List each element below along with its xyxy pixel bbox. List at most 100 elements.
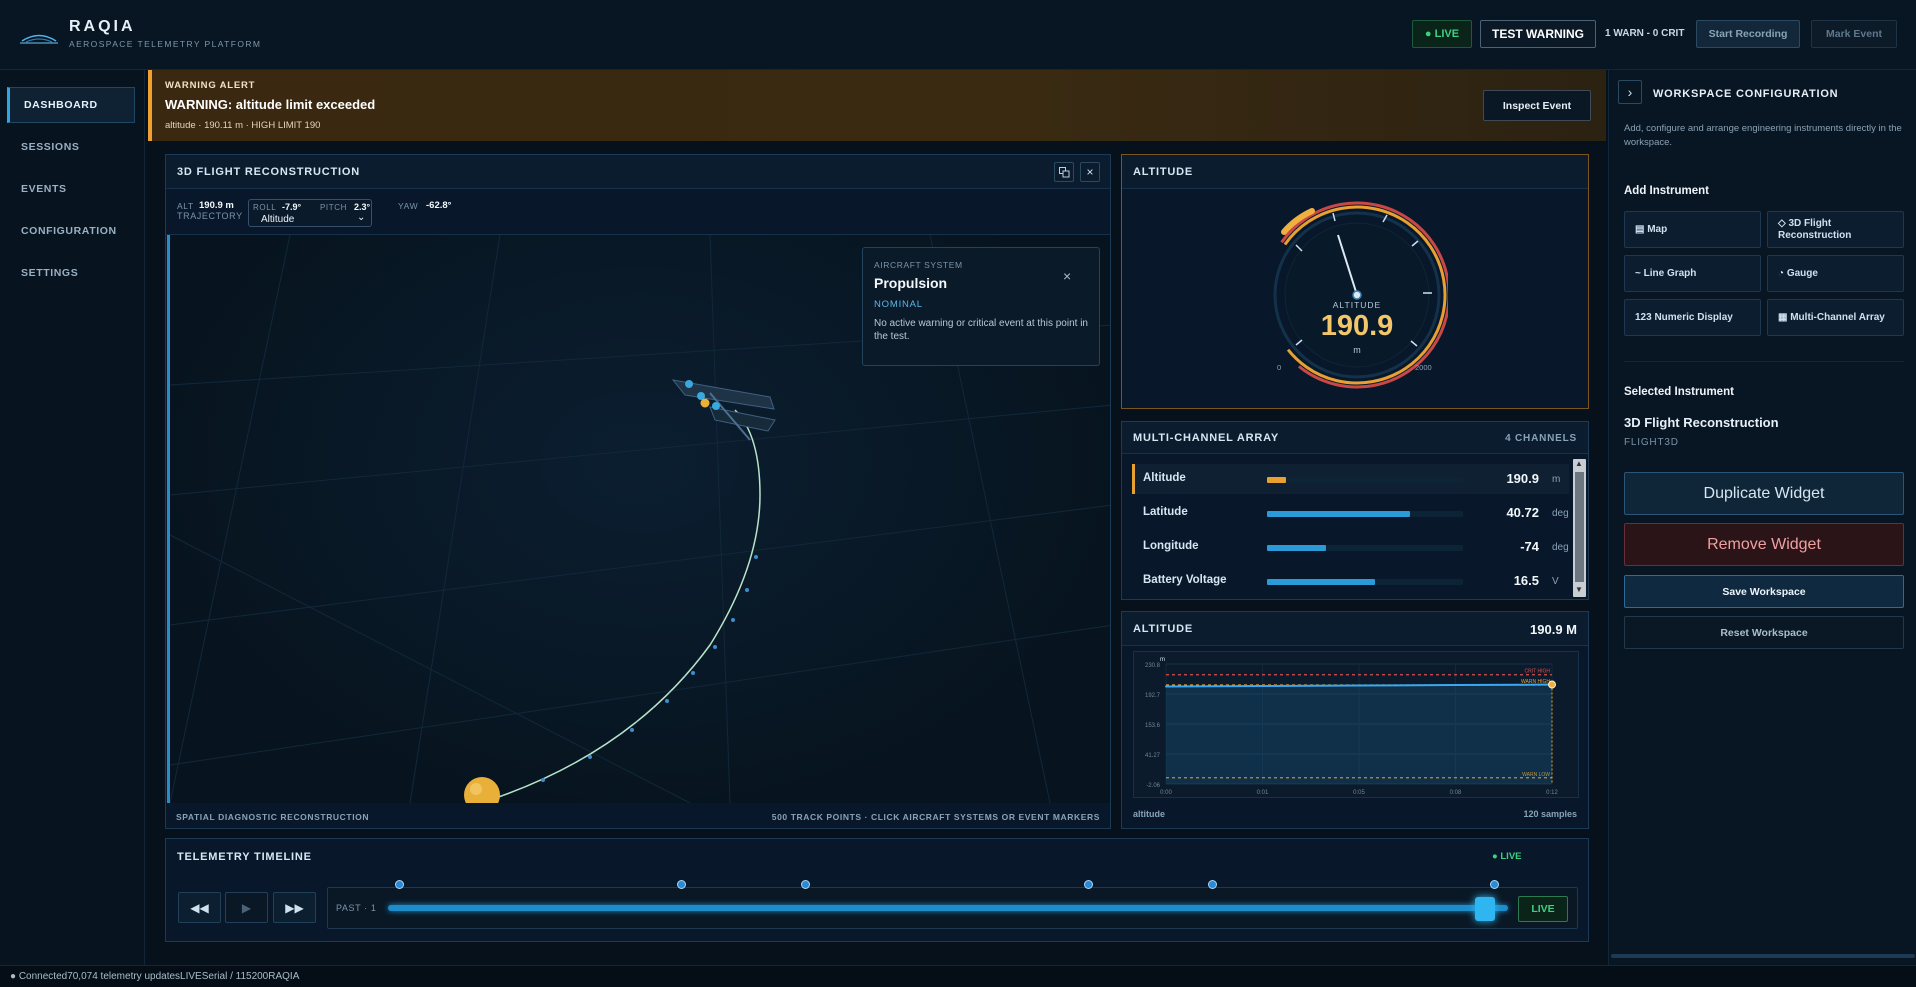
remove-widget-button[interactable]: Remove Widget (1624, 523, 1904, 566)
alert-detail: altitude · 190.11 m · HIGH LIMIT 190 (165, 120, 321, 131)
multichannel-panel: MULTI-CHANNEL ARRAY 4 CHANNELS Altitude … (1121, 421, 1589, 600)
y-unit-label: m (1160, 657, 1165, 663)
sidebar-item-dashboard[interactable]: DASHBOARD (7, 87, 135, 123)
channel-bar-fill (1267, 545, 1326, 551)
reset-workspace-button[interactable]: Reset Workspace (1624, 616, 1904, 649)
altitude-line-graph-panel: ALTITUDE 190.9 M 230.8 192.7 153.6 41.27 -2.… (1121, 611, 1589, 829)
timeline-live-button[interactable]: LIVE (1518, 896, 1568, 922)
flight-footer-left: SPATIAL DIAGNOSTIC RECONSTRUCTION (176, 812, 370, 822)
channel-scrollbar[interactable]: ▲ ▼ (1573, 459, 1586, 597)
start-recording-button[interactable]: Start Recording (1696, 20, 1800, 48)
add-multichannel-button[interactable]: ▦ Multi-Channel Array (1767, 299, 1904, 336)
rewind-button[interactable]: ◀◀ (178, 892, 221, 923)
series-point (1165, 685, 1167, 688)
top-bar: RAQIA AEROSPACE TELEMETRY PLATFORM ● LIV… (0, 0, 1916, 70)
roll-label: ROLL (253, 203, 277, 212)
event-marker[interactable] (395, 880, 404, 889)
popup-text: No active warning or critical event at t… (874, 318, 1088, 342)
add-numeric-display-button[interactable]: 123 Numeric Display (1624, 299, 1761, 336)
logo-icon (20, 34, 58, 44)
y-tick-label: 153.6 (1145, 723, 1161, 729)
add-gauge-button[interactable]: ◔ Gauge (1767, 255, 1904, 292)
sidebar-item-settings[interactable]: SETTINGS (7, 255, 135, 291)
app-subtitle: AEROSPACE TELEMETRY PLATFORM (69, 39, 262, 49)
trajectory-select[interactable]: ROLL -7.9° PITCH 2.3° Altitude ⌄ (248, 199, 372, 227)
add-3d-flight-button[interactable]: ◇ 3D Flight Reconstruction (1767, 211, 1904, 248)
add-instrument-heading: Add Instrument (1624, 185, 1709, 197)
aircraft-model (671, 379, 776, 441)
event-marker[interactable] (1084, 880, 1093, 889)
alert-title: WARNING: altitude limit exceeded (165, 97, 376, 112)
channel-value: 16.5 (1513, 573, 1539, 588)
flight-footer-right: 500 TRACK POINTS · CLICK AIRCRAFT SYSTEM… (771, 812, 1100, 822)
config-title: WORKSPACE CONFIGURATION (1653, 88, 1839, 100)
flight-panel-title: 3D FLIGHT RECONSTRUCTION (166, 155, 1110, 189)
live-badge[interactable]: ● LIVE (1412, 20, 1472, 48)
selected-instrument-name: 3D Flight Reconstruction (1624, 415, 1779, 430)
channel-bar-fill (1267, 511, 1411, 517)
chevron-down-icon: ⌄ (357, 212, 366, 223)
yaw-label: YAW (398, 201, 419, 211)
collapse-icon[interactable]: › (1618, 80, 1642, 104)
channel-bar (1267, 511, 1463, 517)
event-marker[interactable] (1208, 880, 1217, 889)
save-workspace-button[interactable]: Save Workspace (1624, 575, 1904, 608)
flight-viewport[interactable]: AIRCRAFT SYSTEM × Propulsion NOMINAL No … (167, 235, 1110, 803)
line-graph-value: 190.9 M (1530, 622, 1577, 637)
channel-row-longitude[interactable]: Longitude -74 deg (1132, 532, 1569, 562)
forward-button[interactable]: ▶▶ (273, 892, 316, 923)
gauge-panel-title: ALTITUDE (1122, 155, 1588, 189)
series-area (1166, 684, 1552, 784)
flight-reconstruction-panel: 3D FLIGHT RECONSTRUCTION × ALT 190.9 m T… (165, 154, 1111, 829)
sidebar-item-sessions[interactable]: SESSIONS (7, 129, 135, 165)
channel-name: Battery Voltage (1143, 574, 1227, 586)
config-scrollbar[interactable] (1611, 954, 1915, 958)
x-tick-label: 0:01 (1257, 790, 1269, 796)
test-warning-button[interactable]: TEST WARNING (1480, 20, 1596, 48)
event-marker[interactable] (1490, 880, 1499, 889)
series-point (1261, 685, 1264, 688)
sidebar-item-configuration[interactable]: CONFIGURATION (7, 213, 135, 249)
flight-readouts: ALT 190.9 m TRAJECTORY ROLL -7.9° PITCH … (177, 199, 477, 235)
yaw-value: -62.8° (426, 200, 452, 211)
y-tick-label: 230.8 (1145, 663, 1161, 669)
channel-name: Longitude (1143, 540, 1199, 552)
detach-icon[interactable] (1054, 162, 1074, 182)
channel-unit: V (1552, 576, 1559, 587)
status-bar: ● Connected70,074 telemetry updatesLIVES… (0, 965, 1916, 987)
series-point (1454, 684, 1457, 687)
close-icon[interactable]: × (1080, 162, 1100, 182)
trajectory-select-value: Altitude (261, 214, 295, 225)
mark-event-button[interactable]: Mark Event (1811, 20, 1897, 48)
scroll-down-icon[interactable]: ▼ (1575, 585, 1583, 594)
line-graph-footer-right: 120 samples (1523, 809, 1577, 819)
add-map-button[interactable]: ▤ Map (1624, 211, 1761, 248)
line-graph-title: ALTITUDE (1122, 612, 1588, 646)
channel-row-latitude[interactable]: Latitude 40.72 deg (1132, 498, 1569, 528)
gauge-max-label: 2000 (1415, 363, 1432, 372)
event-marker[interactable] (801, 880, 810, 889)
sidebar-item-events[interactable]: EVENTS (7, 171, 135, 207)
channel-value: 190.9 (1506, 471, 1539, 486)
timeline-handle[interactable] (1475, 897, 1495, 921)
add-line-graph-button[interactable]: ~ Line Graph (1624, 255, 1761, 292)
duplicate-widget-button[interactable]: Duplicate Widget (1624, 472, 1904, 515)
popup-close-icon[interactable]: × (1063, 268, 1071, 284)
channel-bar (1267, 545, 1463, 551)
altitude-gauge-panel: ALTITUDE ALTITUDE 190.9 m 0 2000 (1121, 154, 1589, 409)
timeline-past-label: PAST · 1 (336, 903, 377, 913)
event-marker[interactable] (677, 880, 686, 889)
channel-row-altitude[interactable]: Altitude 190.9 m (1132, 464, 1569, 494)
channel-unit: deg (1552, 508, 1569, 519)
status-text: ● Connected70,074 telemetry updatesLIVES… (10, 971, 300, 982)
origin-marker (464, 777, 500, 803)
inspect-event-button[interactable]: Inspect Event (1483, 90, 1591, 121)
alert-kicker: WARNING ALERT (165, 80, 256, 91)
channel-row-battery-voltage[interactable]: Battery Voltage 16.5 V (1132, 566, 1569, 596)
app-title: RAQIA (69, 18, 136, 35)
timeline-scrubber[interactable]: PAST · 1 LIVE (327, 887, 1578, 929)
play-button[interactable]: ▶ (225, 892, 268, 923)
scroll-up-icon[interactable]: ▲ (1575, 459, 1583, 468)
x-tick-label: 0:08 (1450, 790, 1462, 796)
selected-instrument-heading: Selected Instrument (1624, 386, 1734, 398)
